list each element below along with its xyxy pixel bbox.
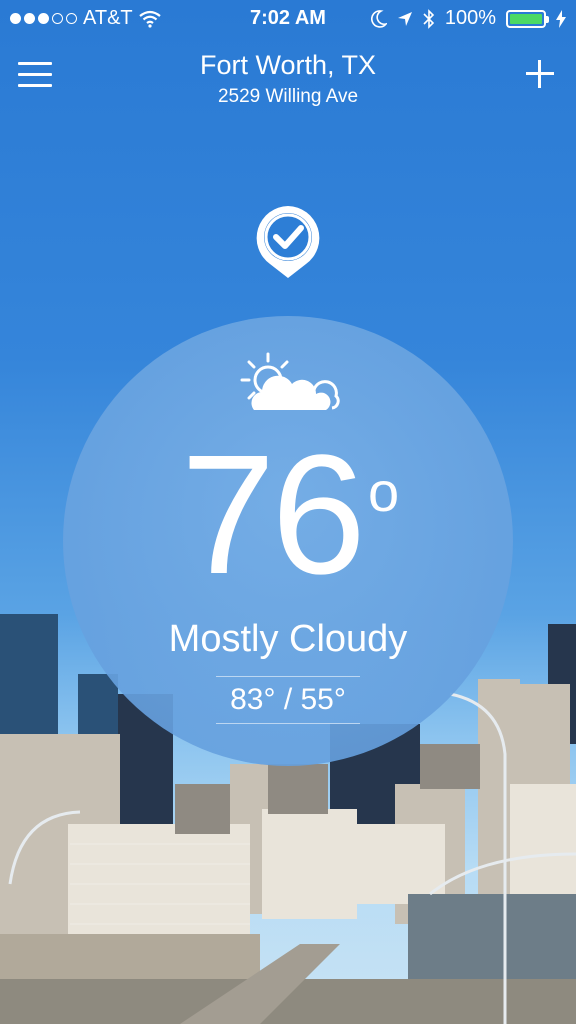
charging-bolt-icon	[556, 9, 566, 28]
location-address: 2529 Willing Ave	[217, 86, 359, 107]
high-low-temperature: 83° / 55°	[230, 683, 346, 716]
status-right: 100%	[370, 7, 566, 30]
moon-icon	[370, 9, 387, 28]
weather-condition: Mostly Cloudy	[168, 618, 408, 660]
battery-percentage: 100%	[444, 7, 496, 29]
add-location-plus-icon[interactable]	[524, 58, 556, 90]
divider-bottom	[216, 723, 360, 724]
current-temperature: 76 o	[0, 430, 576, 600]
status-bar: AT&T 7:02 AM 100%	[0, 0, 576, 38]
divider-top	[216, 676, 360, 677]
location-arrow-icon	[397, 11, 412, 26]
degree-symbol: o	[367, 460, 399, 523]
bluetooth-icon	[423, 8, 434, 29]
temperature-value: 76	[180, 420, 366, 610]
partly-cloudy-icon	[240, 352, 340, 410]
weather-screen: AT&T 7:02 AM 100% Fort Worth, TX 2529 Wi…	[0, 0, 576, 1024]
location-city: Fort Worth, TX	[199, 50, 377, 80]
location-check-pin-icon[interactable]	[254, 204, 322, 280]
battery-icon	[506, 9, 549, 28]
